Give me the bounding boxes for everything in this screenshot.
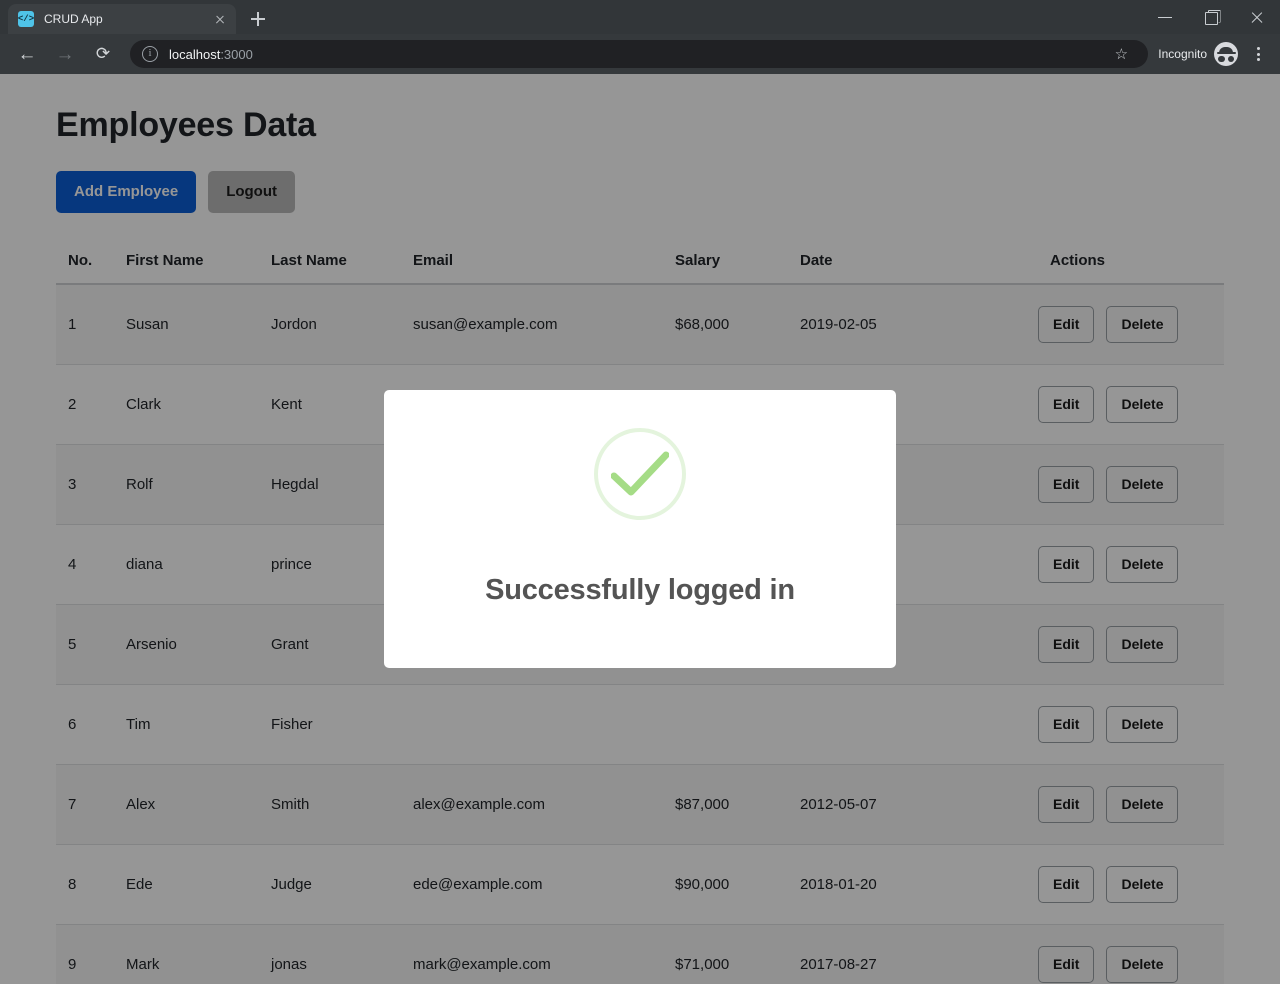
modal-message: Successfully logged in <box>485 574 795 606</box>
arrow-right-icon[interactable]: → <box>49 38 81 70</box>
incognito-label: Incognito <box>1158 47 1207 61</box>
star-outline-icon[interactable]: ☆ <box>1106 40 1136 68</box>
close-window-icon[interactable] <box>1234 0 1280 34</box>
page-viewport: Employees Data Add Employee Logout No. F… <box>0 74 1280 984</box>
reload-icon[interactable]: ⟳ <box>87 38 119 70</box>
success-modal: Successfully logged in <box>384 390 896 668</box>
arrow-left-icon[interactable]: ← <box>11 38 43 70</box>
minimize-icon[interactable] <box>1142 0 1188 34</box>
url-host: localhost <box>169 46 221 62</box>
url-text: localhost:3000 <box>169 47 253 62</box>
incognito-indicator[interactable]: Incognito <box>1158 42 1238 66</box>
restore-window-icon[interactable] <box>1188 0 1234 34</box>
incognito-avatar-icon <box>1214 42 1238 66</box>
url-port: :3000 <box>220 46 253 62</box>
browser-tab[interactable]: </> CRUD App <box>8 4 236 34</box>
browser-toolbar: ← → ⟳ i localhost:3000 ☆ Incognito <box>0 34 1280 74</box>
success-check-circle-icon <box>594 428 686 520</box>
close-icon[interactable] <box>212 11 228 27</box>
window-controls <box>1142 0 1280 34</box>
address-bar[interactable]: i localhost:3000 ☆ <box>130 40 1149 68</box>
code-brackets-icon: </> <box>18 11 34 27</box>
browser-window: </> CRUD App ← → ⟳ i localhost:3000 ☆ In… <box>0 0 1280 984</box>
tab-title: CRUD App <box>44 12 103 26</box>
plus-icon[interactable] <box>244 5 272 33</box>
info-circle-icon[interactable]: i <box>142 46 158 62</box>
three-dots-menu-icon[interactable] <box>1244 40 1272 68</box>
tab-strip: </> CRUD App <box>0 0 1280 34</box>
